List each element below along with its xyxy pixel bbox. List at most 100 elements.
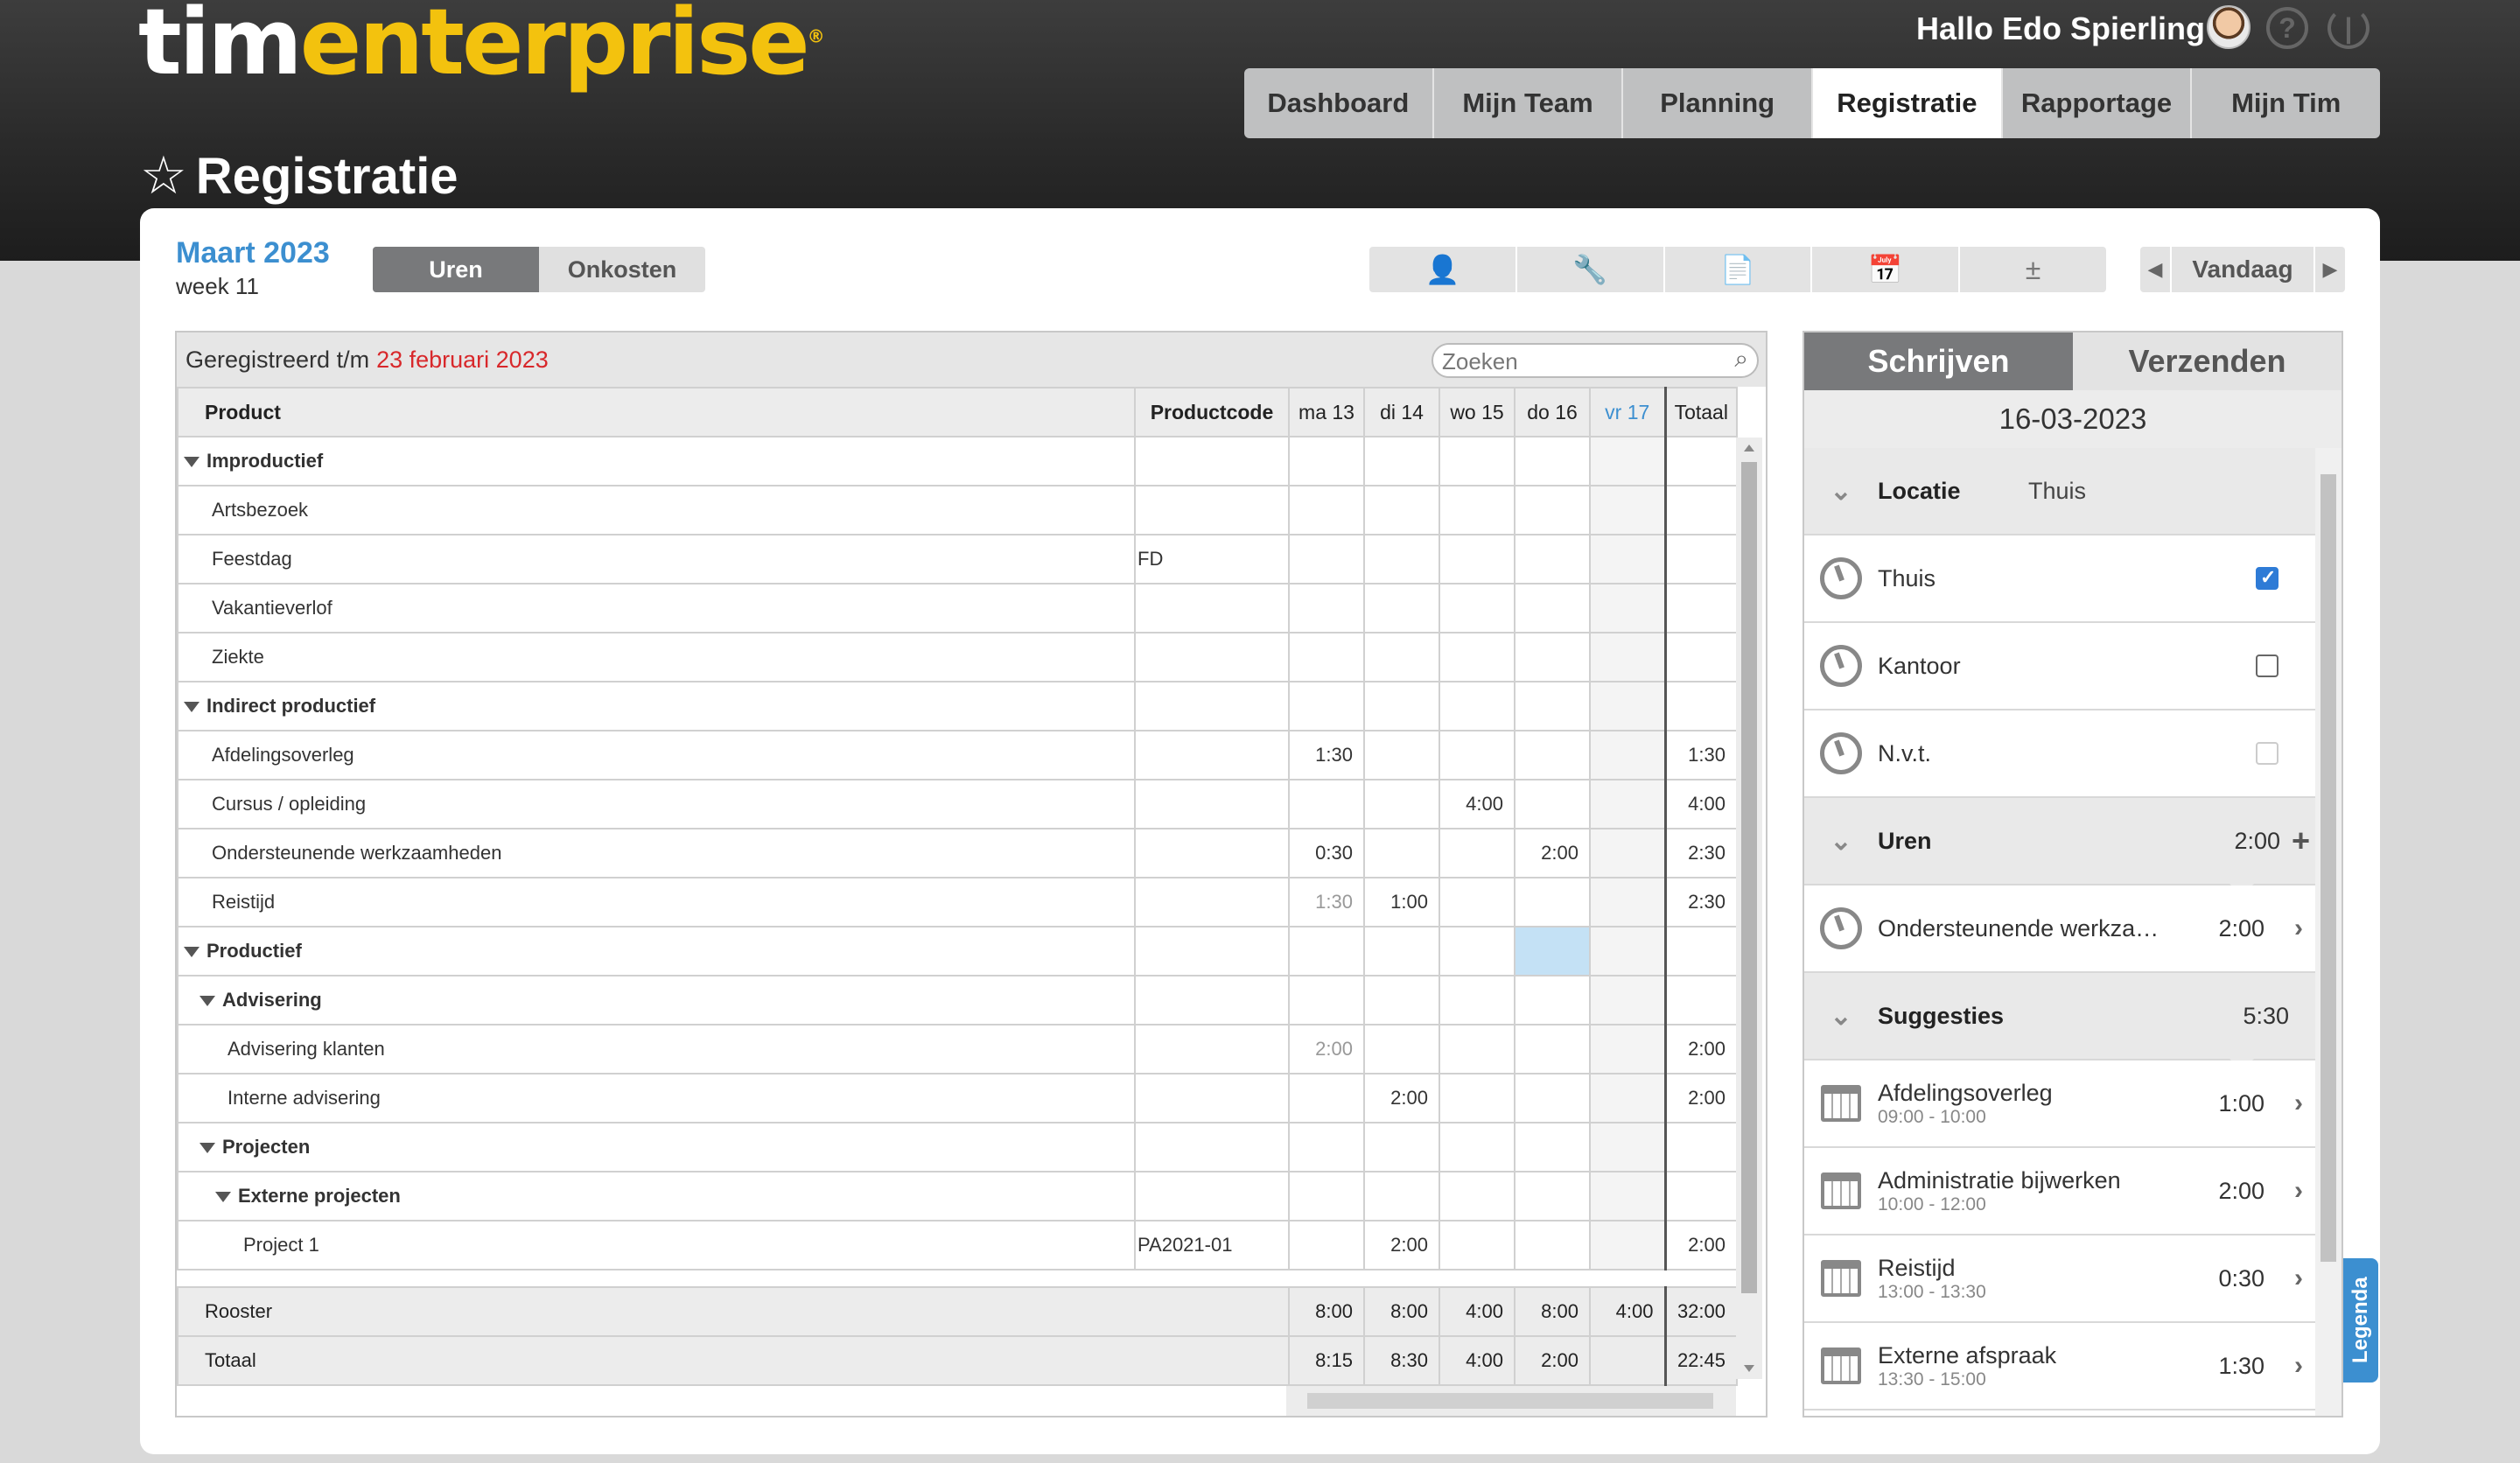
chevron-right-icon[interactable]: › [2294,1088,2303,1118]
group-label[interactable]: Externe projecten [177,1171,1136,1222]
hours-cell[interactable] [1288,1171,1365,1222]
hours-cell[interactable] [1514,1024,1591,1074]
product-label[interactable]: Afdelingsoverleg [177,730,1136,780]
hours-cell[interactable] [1288,681,1365,732]
document-icon[interactable]: 📄 [1665,247,1813,292]
hours-cell[interactable] [1514,534,1591,584]
hours-cell[interactable] [1363,975,1440,1026]
hours-cell[interactable] [1514,1220,1591,1270]
hours-cell[interactable] [1288,436,1365,486]
column-header-product[interactable]: Product [177,387,1136,438]
timenterprise-logo[interactable]: timenterprise® [138,0,825,88]
hours-cell[interactable] [1514,436,1591,486]
hours-cell[interactable] [1363,681,1440,732]
table-row[interactable]: Project 1 PA2021-01 2:00 2:00 [177,1220,1738,1270]
uren-tab[interactable]: Uren [373,247,539,292]
expand-triangle-icon[interactable] [184,457,200,468]
avatar[interactable] [2207,5,2250,49]
checkbox-nvt[interactable] [2256,742,2278,765]
uren-item[interactable]: Ondersteunende werkza… 2:00 › [1804,886,2315,973]
hours-cell[interactable] [1288,1073,1365,1124]
table-row[interactable]: Feestdag FD [177,534,1738,584]
hours-cell[interactable] [1514,926,1591,976]
hours-cell[interactable] [1288,779,1365,830]
hours-cell[interactable]: 2:00 [1288,1024,1365,1074]
chevron-down-icon[interactable]: ⌄ [1804,1001,1878,1032]
product-label[interactable]: Feestdag [177,534,1136,584]
column-header-day[interactable]: do 16 [1514,387,1591,438]
table-row[interactable]: Improductief [177,436,1738,486]
today-button[interactable]: Vandaag [2170,247,2315,292]
hours-cell[interactable] [1363,828,1440,878]
group-label[interactable]: Projecten [177,1122,1136,1172]
hours-cell[interactable] [1438,926,1516,976]
hours-cell[interactable] [1589,681,1666,732]
hours-cell[interactable] [1438,534,1516,584]
hours-cell[interactable] [1589,828,1666,878]
column-header-day[interactable]: wo 15 [1438,387,1516,438]
tab-schrijven[interactable]: Schrijven [1804,332,2073,390]
hours-cell[interactable] [1589,1024,1666,1074]
location-item-thuis[interactable]: Thuis [1804,536,2315,623]
hours-cell[interactable] [1438,485,1516,536]
product-label[interactable]: Artsbezoek [177,485,1136,536]
product-label[interactable]: Cursus / opleiding [177,779,1136,830]
product-label[interactable]: Ondersteunende werkzaamheden [177,828,1136,878]
hours-cell[interactable] [1514,730,1591,780]
hours-cell[interactable] [1514,877,1591,928]
hours-cell[interactable] [1363,583,1440,634]
hours-cell[interactable] [1438,975,1516,1026]
add-hours-icon[interactable]: + [2292,822,2310,859]
checkbox-thuis[interactable] [2256,566,2278,590]
hours-cell[interactable] [1438,1073,1516,1124]
hours-cell[interactable] [1438,1024,1516,1074]
hours-cell[interactable]: 2:00 [1363,1073,1440,1124]
nav-tab-planning[interactable]: Planning [1623,68,1814,138]
hours-cell[interactable] [1438,1171,1516,1222]
group-label[interactable]: Indirect productief [177,681,1136,732]
hours-cell[interactable] [1589,926,1666,976]
hours-cell[interactable]: 4:00 [1438,779,1516,830]
expand-triangle-icon[interactable] [200,1143,215,1154]
product-label[interactable]: Interne advisering [177,1073,1136,1124]
suggestion-item[interactable]: Reistijd 13:00 - 13:30 0:30 › [1804,1236,2315,1323]
hours-cell[interactable] [1589,534,1666,584]
chevron-down-icon[interactable]: ⌄ [1804,476,1878,507]
hours-cell[interactable] [1514,1073,1591,1124]
table-row[interactable]: Indirect productief [177,681,1738,732]
grid-horizontal-scrollbar[interactable] [1286,1386,1736,1416]
table-row[interactable]: Advisering [177,975,1738,1026]
hours-cell[interactable] [1363,926,1440,976]
hours-cell[interactable] [1589,975,1666,1026]
nav-tab-dashboard[interactable]: Dashboard [1244,68,1434,138]
hours-cell[interactable] [1589,485,1666,536]
wrench-icon[interactable]: 🔧 [1517,247,1665,292]
hours-cell[interactable] [1589,877,1666,928]
hours-cell[interactable] [1363,1122,1440,1172]
nav-tab-rapportage[interactable]: Rapportage [2003,68,2193,138]
hours-cell[interactable] [1589,1220,1666,1270]
hours-cell[interactable]: 1:00 [1363,877,1440,928]
table-row[interactable]: Vakantieverlof [177,583,1738,634]
column-header-productcode[interactable]: Productcode [1134,387,1290,438]
hours-cell[interactable] [1363,1171,1440,1222]
expand-triangle-icon[interactable] [184,947,200,958]
section-suggesties[interactable]: ⌄ Suggesties 5:30 [1804,973,2315,1071]
nav-tab-mijn-team[interactable]: Mijn Team [1434,68,1624,138]
group-label[interactable]: Productief [177,926,1136,976]
hours-cell[interactable]: 0:30 [1288,828,1365,878]
table-row[interactable]: Externe projecten [177,1171,1738,1222]
column-header-day[interactable]: di 14 [1363,387,1440,438]
suggestion-item[interactable]: Externe afspraak 13:30 - 15:00 1:30 › [1804,1323,2315,1410]
hours-cell[interactable] [1438,681,1516,732]
hours-cell[interactable] [1514,1171,1591,1222]
hours-cell[interactable] [1438,632,1516,682]
hours-cell[interactable] [1438,730,1516,780]
hours-cell[interactable] [1514,583,1591,634]
chevron-right-icon[interactable]: › [2294,914,2303,943]
help-icon[interactable]: ? [2266,7,2308,49]
chevron-right-icon[interactable]: › [2294,1351,2303,1381]
hours-cell[interactable] [1363,632,1440,682]
hours-cell[interactable] [1589,730,1666,780]
table-row[interactable]: Reistijd 1:30 1:00 2:30 [177,877,1738,928]
